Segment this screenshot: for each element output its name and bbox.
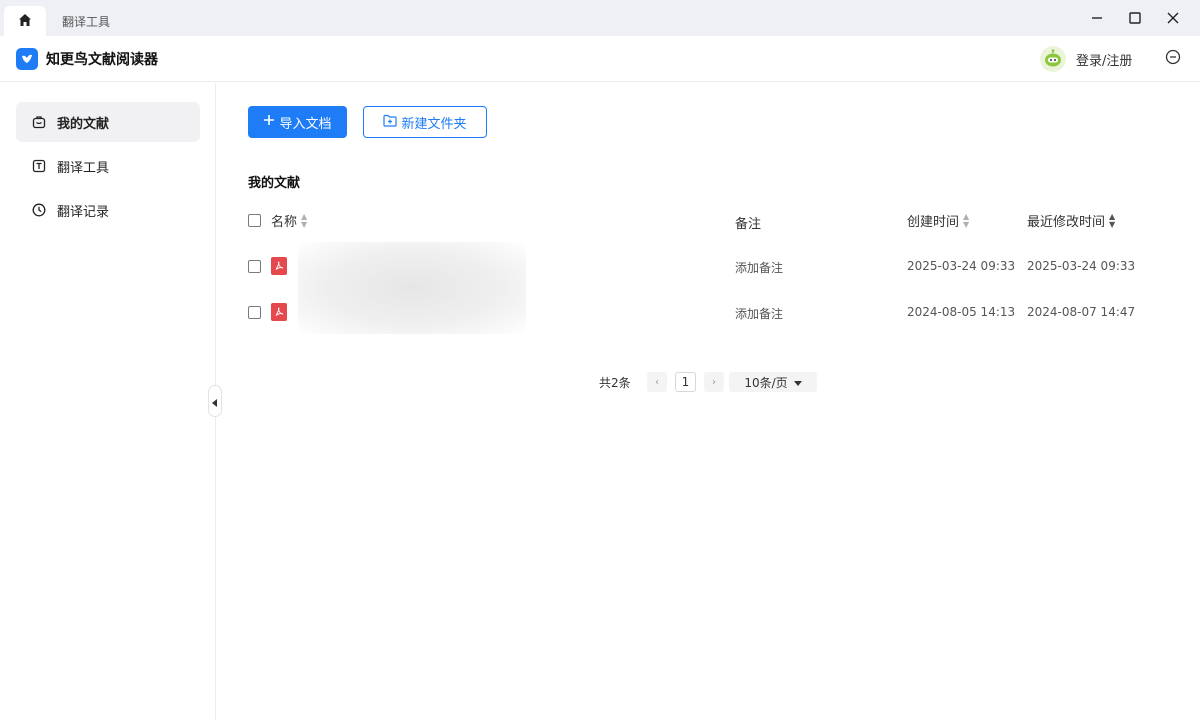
title-bar: 翻译工具 (0, 0, 1200, 36)
sort-icon: ▲ ▼ (963, 211, 970, 229)
sidebar-item-my-literature[interactable]: 我的文献 (16, 102, 200, 142)
sidebar-item-label: 翻译记录 (57, 204, 110, 220)
column-header-label: 创建时间 (907, 215, 960, 230)
column-header-created[interactable]: 创建时间 ▲ ▼ (907, 211, 969, 230)
sidebar: 我的文献 翻译工具 翻译记录 (0, 83, 216, 720)
sidebar-item-label: 我的文献 (57, 116, 110, 132)
sidebar-item-translate-tool[interactable]: 翻译工具 (16, 146, 200, 186)
avatar[interactable] (1040, 46, 1066, 72)
new-folder-button[interactable]: 新建文件夹 (363, 106, 487, 138)
created-time: 2024-08-05 14:13 (907, 305, 1016, 319)
column-header-modified[interactable]: 最近修改时间 ▲ ▼ (1027, 211, 1115, 230)
sort-icon: ▲ ▼ (1109, 211, 1116, 229)
column-header-label: 最近修改时间 (1027, 215, 1106, 230)
more-menu-button[interactable] (1163, 49, 1183, 69)
login-register-link[interactable]: 登录/注册 (1076, 50, 1132, 69)
home-icon (18, 12, 32, 31)
home-tab[interactable] (4, 6, 46, 36)
column-header-label: 备注 (735, 217, 762, 232)
app-header: 知更鸟文献阅读器 登录/注册 (0, 36, 1200, 82)
select-all-checkbox[interactable] (248, 214, 261, 227)
chevron-right-icon: › (712, 376, 716, 388)
import-document-label: 导入文档 (279, 116, 332, 132)
modified-time: 2025-03-24 09:33 (1027, 259, 1136, 273)
close-icon (1167, 9, 1179, 28)
page-size-select[interactable]: 10条/页 (729, 372, 817, 392)
caret-left-icon (212, 392, 218, 411)
tab-translate-tool[interactable]: 翻译工具 (46, 6, 126, 36)
created-time: 2025-03-24 09:33 (907, 259, 1016, 273)
new-folder-label: 新建文件夹 (401, 116, 467, 132)
row-checkbox[interactable] (248, 260, 261, 273)
app-title: 知更鸟文献阅读器 (46, 52, 158, 68)
sidebar-collapse-handle[interactable] (208, 385, 222, 417)
window-controls (1078, 0, 1192, 36)
minimize-icon (1091, 9, 1103, 28)
modified-time: 2024-08-07 14:47 (1027, 305, 1136, 319)
close-button[interactable] (1154, 0, 1192, 36)
pdf-file-icon (271, 303, 287, 321)
plus-icon (263, 114, 275, 130)
add-note-link[interactable]: 添加备注 (735, 305, 783, 322)
import-document-button[interactable]: 导入文档 (248, 106, 347, 138)
clock-icon (31, 202, 47, 218)
pagination-total: 共2条 (599, 376, 631, 390)
maximize-button[interactable] (1116, 0, 1154, 36)
minus-circle-icon (1165, 49, 1181, 69)
column-header-note: 备注 (735, 213, 761, 232)
redacted-file-names (298, 242, 526, 334)
row-checkbox[interactable] (248, 306, 261, 319)
minimize-button[interactable] (1078, 0, 1116, 36)
section-title: 我的文献 (248, 176, 301, 191)
app-logo-icon (16, 48, 38, 70)
folder-add-icon (383, 114, 398, 131)
column-header-label: 名称 (271, 215, 298, 230)
maximize-icon (1129, 9, 1141, 28)
caret-down-icon (793, 375, 802, 389)
chevron-left-icon: ‹ (655, 376, 659, 388)
add-note-link[interactable]: 添加备注 (735, 259, 783, 276)
pdf-file-icon (271, 257, 287, 275)
briefcase-icon (31, 114, 47, 130)
next-page-button[interactable]: › (704, 372, 724, 392)
translate-icon (31, 158, 47, 174)
page-size-label: 10条/页 (744, 375, 788, 390)
sort-icon: ▲ ▼ (301, 211, 308, 229)
prev-page-button[interactable]: ‹ (647, 372, 667, 392)
sidebar-item-translate-history[interactable]: 翻译记录 (16, 190, 200, 230)
page-number-button[interactable]: 1 (675, 372, 696, 392)
sidebar-item-label: 翻译工具 (57, 160, 110, 176)
column-header-name[interactable]: 名称 ▲ ▼ (271, 211, 307, 230)
